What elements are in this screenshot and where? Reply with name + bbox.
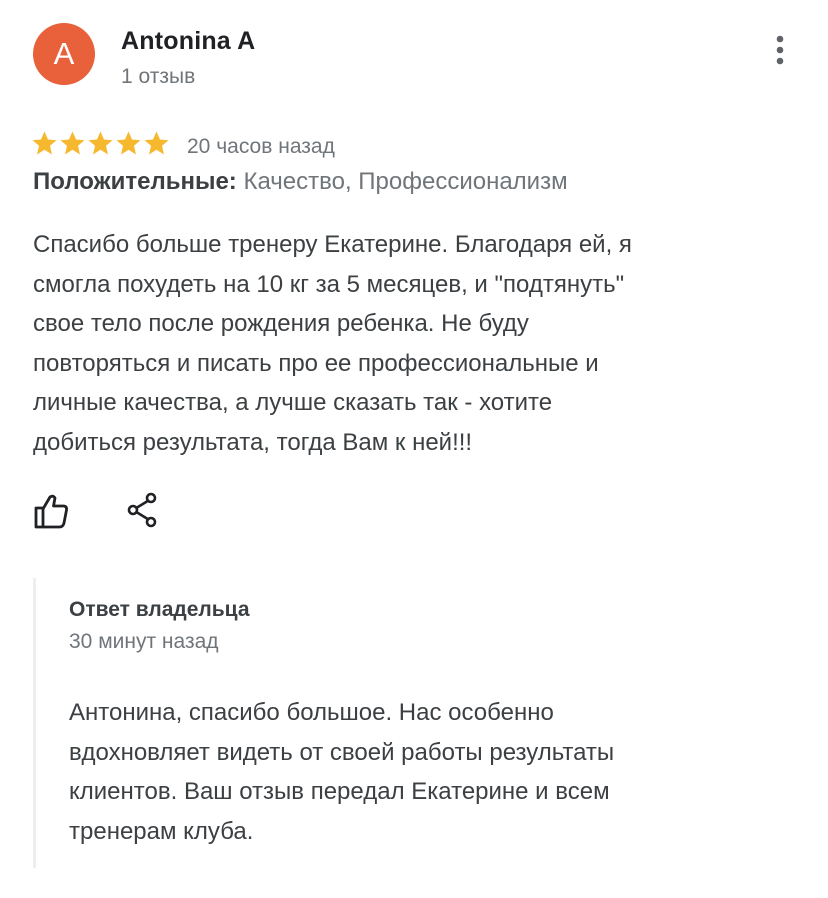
review-card: A Antonina A 1 отзыв 20 часов назад Поло… (0, 0, 828, 898)
review-time: 20 часов назад (187, 135, 335, 158)
positives-label: Положительные: (33, 168, 237, 195)
author-name[interactable]: Antonina A (121, 27, 255, 56)
star-icon (144, 131, 169, 155)
star-rating (31, 130, 170, 157)
star-icon (88, 131, 113, 155)
star-icon (60, 131, 85, 155)
more-options-button[interactable] (764, 30, 796, 70)
thumbs-up-icon (34, 494, 68, 529)
more-vertical-icon (776, 35, 784, 65)
owner-reply: Ответ владельца 30 минут назад Антонина,… (33, 578, 796, 868)
owner-reply-time: 30 минут назад (69, 630, 219, 653)
review-text: Спасибо больше тренеру Екатерине. Благод… (33, 231, 632, 456)
positives-line: Положительные: Качество, Профессионализм (33, 168, 568, 196)
like-button[interactable] (31, 492, 71, 532)
positives-values: Качество, Профессионализм (243, 168, 568, 195)
owner-reply-title: Ответ владельца (69, 598, 250, 621)
owner-reply-text: Антонина, спасибо большое. Нас особенно … (69, 699, 615, 845)
share-button[interactable] (124, 490, 160, 530)
author-review-count: 1 отзыв (121, 65, 196, 88)
star-icon (32, 131, 57, 155)
avatar[interactable]: A (33, 23, 95, 85)
share-icon (127, 492, 157, 528)
star-icon (116, 131, 141, 155)
